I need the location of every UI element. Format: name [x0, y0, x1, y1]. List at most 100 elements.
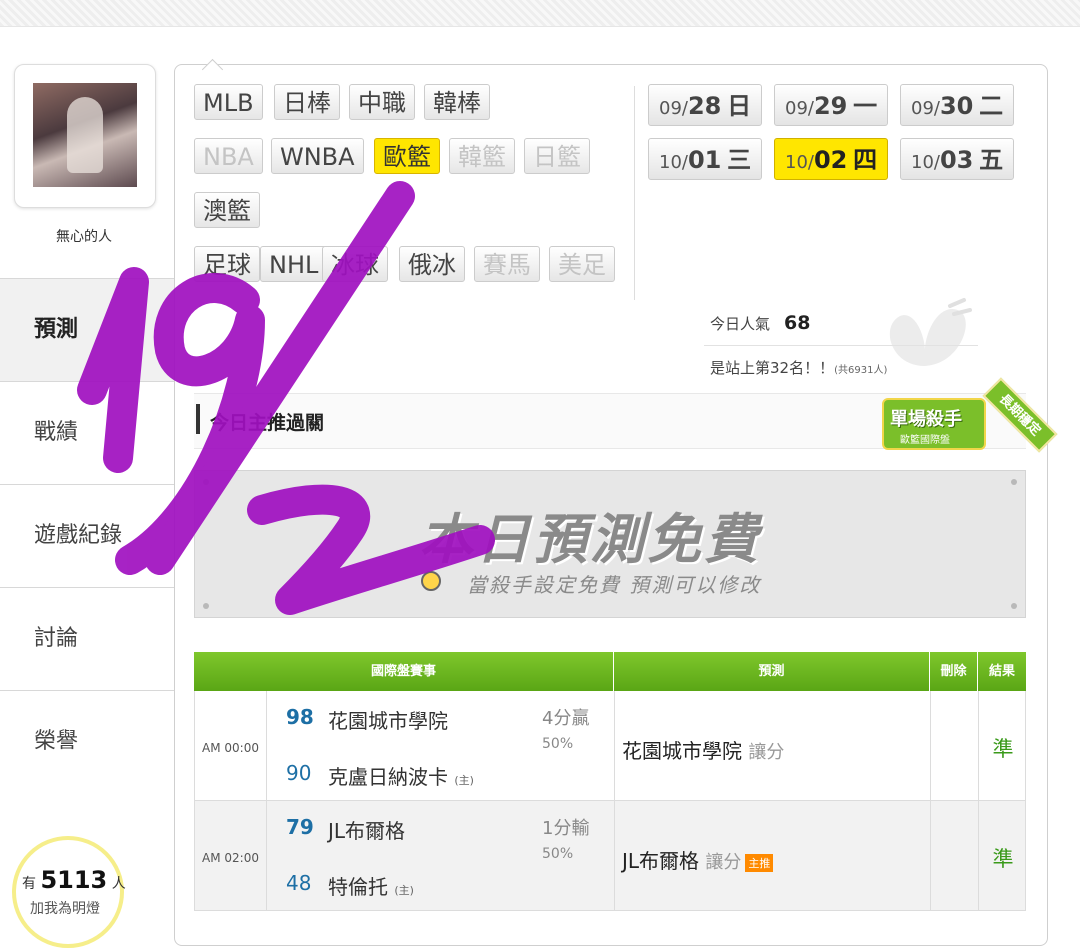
date-weekday: 三 — [727, 146, 752, 174]
sport-horse-racing[interactable]: 賽馬 — [474, 246, 540, 282]
user-name[interactable]: 無心的人 — [14, 226, 154, 246]
date-month: 10/ — [659, 152, 688, 173]
date-day: 29 — [813, 92, 848, 120]
home-score: 90 — [286, 761, 312, 785]
spread-percent: 50% — [542, 846, 574, 862]
date-weekday: 日 — [727, 92, 752, 120]
side-item-discussion[interactable]: 討論 — [0, 587, 174, 690]
side-item-predict[interactable]: 預測 — [0, 278, 174, 381]
cell-border — [930, 691, 931, 800]
sport-euro-basketball[interactable]: 歐籃 — [374, 138, 440, 174]
rank-line: 是站上第32名！！(共6931人) — [710, 357, 887, 378]
sport-npb[interactable]: 日棒 — [274, 84, 340, 120]
spread-value: 4分贏 — [542, 708, 590, 729]
sport-nhl[interactable]: NHL — [260, 246, 328, 282]
banner-subtitle: 當殺手設定免費 預測可以修改 — [467, 573, 762, 597]
date-1001[interactable]: 10/01 三 — [648, 138, 763, 180]
sport-wnba[interactable]: WNBA — [271, 138, 364, 174]
cell-border — [266, 801, 267, 910]
popularity-value: 68 — [784, 312, 811, 334]
home-score: 48 — [286, 871, 312, 895]
away-team: 花園城市學院 — [328, 709, 448, 733]
sport-aus-basketball[interactable]: 澳籃 — [194, 192, 260, 228]
sport-mlb[interactable]: MLB — [194, 84, 263, 120]
prediction-table: 國際盤賽事 預測 刪除 結果 AM 00:00 98 花園城市學院 90 克盧日… — [194, 652, 1026, 911]
date-month: 10/ — [785, 152, 814, 173]
side-item-record[interactable]: 戰績 — [0, 381, 174, 484]
main-pick-tag: 主推 — [745, 853, 774, 872]
date-1003[interactable]: 10/03 五 — [900, 138, 1015, 180]
header-prediction: 預測 — [614, 652, 930, 691]
badge-title: 單場殺手 — [890, 409, 962, 430]
date-day: 01 — [687, 146, 722, 174]
sport-nba[interactable]: NBA — [194, 138, 263, 174]
cell-border — [978, 801, 979, 910]
section-title: 今日主推過關 — [210, 412, 325, 434]
rank-text: 是站上第32名！！ — [710, 359, 835, 377]
date-weekday: 四 — [853, 146, 878, 174]
header-result: 結果 — [988, 664, 1015, 679]
lamp-prefix: 有 — [22, 876, 36, 892]
popularity-divider — [704, 345, 978, 346]
date-month: 09/ — [659, 98, 688, 119]
result-mark: 準 — [992, 847, 1014, 871]
sport-japan-basketball[interactable]: 日籃 — [524, 138, 590, 174]
sport-khl[interactable]: 俄冰 — [399, 246, 465, 282]
cell-border — [930, 801, 931, 910]
date-day: 02 — [813, 146, 848, 174]
lamp-suffix: 人 — [111, 876, 126, 892]
prediction-type: 讓分 — [748, 742, 785, 763]
side-item-game-log[interactable]: 遊戲紀錄 — [0, 484, 174, 587]
home-marker: (主) — [454, 774, 474, 787]
lamp-follow-widget[interactable]: 有 5113 人 加我為明燈 — [12, 836, 126, 948]
sport-soccer[interactable]: 足球 — [194, 246, 260, 282]
top-pattern-strip — [0, 0, 1080, 27]
popularity-line: 今日人氣 68 — [710, 312, 810, 334]
badge-subtitle: 歐籃國際盤 — [900, 435, 950, 446]
sport-korea-basketball[interactable]: 韓籃 — [449, 138, 515, 174]
cell-border — [614, 801, 615, 910]
home-team: 克盧日納波卡 — [328, 765, 448, 789]
date-month: 09/ — [911, 98, 940, 119]
date-weekday: 一 — [853, 92, 878, 120]
match-time: AM 02:00 — [202, 851, 259, 865]
prediction-type: 讓分 — [705, 852, 742, 873]
free-prediction-banner: 本日預測免費 當殺手設定免費 預測可以修改 — [194, 470, 1026, 618]
prediction-team: 花園城市學院 — [622, 739, 742, 763]
avatar[interactable] — [33, 83, 137, 187]
spread-percent: 50% — [542, 736, 574, 752]
banner-title: 本日預測免費 — [419, 508, 761, 571]
date-weekday: 二 — [979, 92, 1004, 120]
home-team: 特倫托 — [328, 875, 388, 899]
date-0929[interactable]: 09/29 一 — [774, 84, 889, 126]
date-0928[interactable]: 09/28 日 — [648, 84, 763, 126]
away-team: JL布爾格 — [328, 819, 406, 843]
date-month: 10/ — [911, 152, 940, 173]
sport-cpbl[interactable]: 中職 — [349, 84, 415, 120]
killer-badge: 單場殺手 歐籃國際盤 長期穩定 — [872, 377, 1058, 480]
rivet — [203, 479, 209, 485]
sport-american-football[interactable]: 美足 — [549, 246, 615, 282]
sports-dates-divider — [634, 86, 635, 300]
date-0930[interactable]: 09/30 二 — [900, 84, 1015, 126]
spread-value: 1分輸 — [542, 818, 590, 839]
date-1002[interactable]: 10/02 四 — [774, 138, 889, 180]
cell-border — [978, 691, 979, 800]
lamp-count-line: 有 5113 人 — [22, 866, 162, 894]
cell-border — [194, 691, 195, 800]
table-row: AM 00:00 98 花園城市學院 90 克盧日納波卡 (主) 4分贏 50% … — [194, 691, 1026, 801]
badge-main: 單場殺手 歐籃國際盤 — [882, 398, 986, 450]
lamp-count: 5113 — [40, 866, 108, 894]
sport-ice-hockey[interactable]: 冰球 — [322, 246, 388, 282]
sport-kbo[interactable]: 韓棒 — [424, 84, 490, 120]
avatar-card[interactable] — [14, 64, 156, 208]
table-header: 國際盤賽事 預測 刪除 結果 — [194, 652, 1026, 691]
prediction-cell: 花園城市學院 讓分 — [622, 735, 784, 764]
cell-border — [266, 691, 267, 800]
side-item-honor[interactable]: 榮譽 — [0, 690, 174, 793]
rivet — [1011, 479, 1017, 485]
home-team-line: 克盧日納波卡 (主) — [328, 761, 474, 790]
prediction-team: JL布爾格 — [622, 849, 700, 873]
spread: 1分輸 50% — [542, 817, 589, 866]
badge-ribbon: 長期穩定 — [982, 377, 1058, 453]
